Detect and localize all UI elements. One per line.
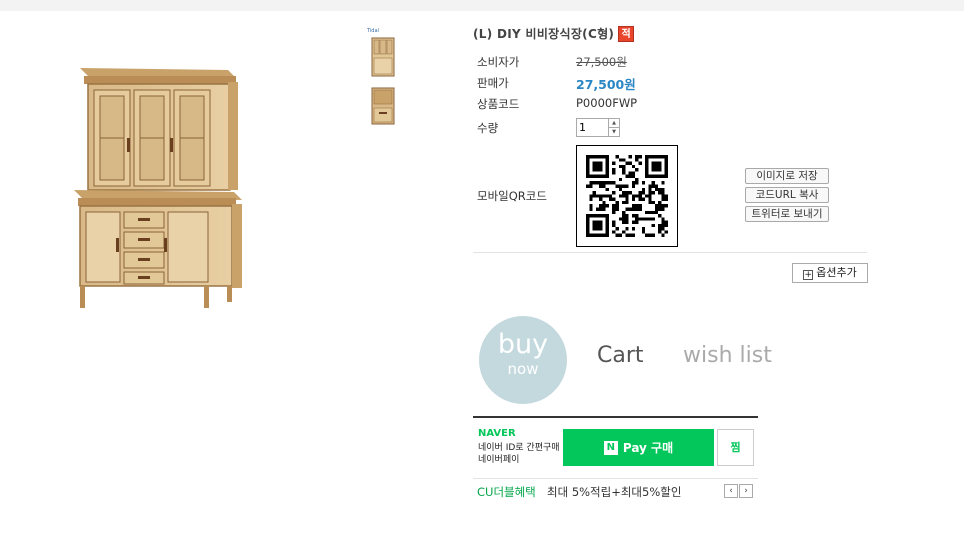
add-option-button[interactable]: + 옵션추가	[792, 263, 868, 283]
naver-logo: NAVER	[478, 428, 516, 439]
cu-benefit-bar: CU더블혜택 최대 5%적립+최대5%할인 ‹ ›	[473, 478, 758, 502]
cu-benefit-text: 최대 5%적립+최대5%할인	[547, 485, 682, 499]
product-title: (L) DIY 비비장식장(C형) 적	[473, 25, 635, 42]
qr-code	[576, 145, 678, 247]
product-code: P0000FWP	[576, 96, 638, 110]
naver-pay-buy-button[interactable]: N Pay 구매	[563, 429, 714, 466]
top-bar	[0, 0, 964, 11]
save-image-button[interactable]: 이미지로 저장	[745, 168, 829, 184]
chevron-left-icon[interactable]: ‹	[724, 484, 738, 498]
consumer-price-label: 소비자가	[477, 55, 520, 69]
quantity-stepper: ▲ ▼	[576, 118, 620, 137]
naver-pay-description: 네이버 ID로 간편구매 네이버페이	[478, 442, 560, 466]
buy-now-button[interactable]: buy now	[479, 316, 567, 404]
add-option-label: 옵션추가	[816, 266, 857, 279]
naver-n-icon: N	[603, 440, 618, 455]
quantity-down-icon[interactable]: ▼	[609, 128, 619, 136]
sale-price-label: 판매가	[477, 76, 509, 90]
copy-url-button[interactable]: 코드URL 복사	[745, 187, 829, 203]
quantity-spinner: ▲ ▼	[608, 119, 619, 136]
quantity-label: 수량	[477, 121, 499, 135]
quantity-input[interactable]	[577, 119, 608, 136]
naver-pay-desc-line2: 네이버페이	[478, 455, 520, 465]
sale-price: 27,500원	[576, 77, 636, 92]
product-code-label: 상품코드	[477, 97, 520, 111]
naver-jjim-button[interactable]: 찜	[717, 429, 754, 466]
reward-badge: 적	[618, 25, 635, 42]
buy-now-label-top: buy	[497, 329, 549, 360]
twitter-share-button[interactable]: 트위터로 보내기	[745, 206, 829, 222]
product-title-text: (L) DIY 비비장식장(C형)	[473, 27, 615, 41]
thumbnail-1[interactable]	[367, 36, 397, 80]
naver-pay-buy-label: Pay 구매	[622, 441, 674, 455]
wish-list-button[interactable]: wish list	[683, 343, 772, 368]
product-main-image	[52, 48, 250, 313]
qr-code-label: 모바일QR코드	[477, 189, 547, 203]
consumer-price: 27,500원	[576, 55, 627, 69]
chevron-right-icon[interactable]: ›	[739, 484, 753, 498]
cu-benefit-label[interactable]: CU더블혜택	[477, 484, 536, 500]
thumbnail-2[interactable]	[367, 86, 397, 130]
buy-now-label-bottom: now	[507, 360, 539, 378]
divider	[473, 252, 867, 253]
add-to-cart-button[interactable]: Cart	[597, 343, 644, 368]
naver-pay-desc-line1: 네이버 ID로 간편구매	[478, 443, 560, 453]
plus-box-icon: +	[803, 270, 814, 280]
thumbnail-tag: Tidal	[367, 28, 379, 34]
quantity-up-icon[interactable]: ▲	[609, 119, 619, 128]
naver-pay-panel: NAVER 네이버 ID로 간편구매 네이버페이 N Pay 구매 찜	[473, 416, 758, 472]
thumbnail-list: Tidal	[367, 28, 403, 136]
